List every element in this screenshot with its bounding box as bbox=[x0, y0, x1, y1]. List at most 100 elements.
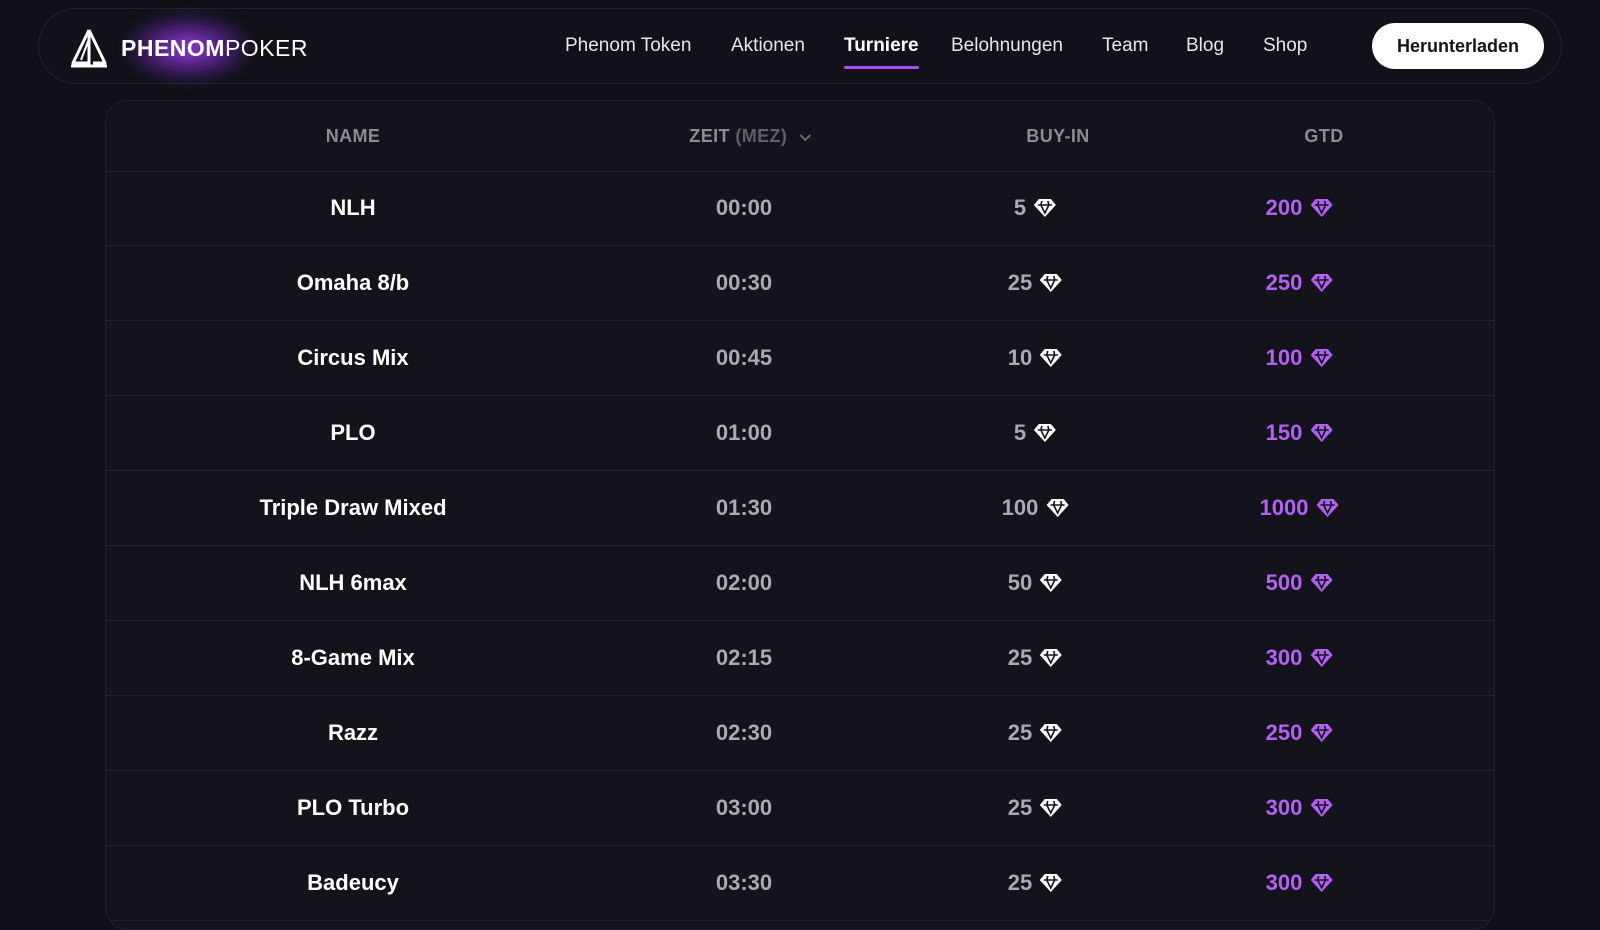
table-row[interactable]: Omaha 8/b 00:30 25 250 bbox=[106, 246, 1494, 321]
cell-name: Omaha 8/b bbox=[297, 246, 409, 320]
table-row[interactable]: Badeucy 03:30 25 300 bbox=[106, 846, 1494, 921]
cell-buyin-value: 25 bbox=[1007, 870, 1033, 895]
nav-item-team[interactable]: Team bbox=[1102, 35, 1148, 57]
cell-gtd-value: 500 bbox=[1265, 570, 1303, 595]
cell-time: 02:30 bbox=[716, 696, 772, 770]
nav-item-belohnungen[interactable]: Belohnungen bbox=[951, 35, 1063, 57]
cell-buyin-value: 5 bbox=[1013, 420, 1027, 445]
table-row[interactable]: NLH 00:00 5 200 bbox=[106, 171, 1494, 246]
table-row[interactable]: NLH 6max 02:00 50 500 bbox=[106, 546, 1494, 621]
table-row[interactable]: Triple Draw Mixed 01:30 100 1000 bbox=[106, 471, 1494, 546]
diamond-icon bbox=[1310, 349, 1333, 367]
diamond-icon bbox=[1040, 799, 1063, 817]
column-header-gtd: GTD bbox=[1304, 126, 1344, 146]
cell-name-value: Triple Draw Mixed bbox=[259, 495, 447, 520]
cell-time-value: 00:30 bbox=[715, 270, 773, 295]
cell-name: NLH 6max bbox=[299, 546, 407, 620]
cell-buyin-value: 5 bbox=[1013, 195, 1027, 220]
diamond-icon bbox=[1040, 874, 1063, 892]
diamond-icon bbox=[1310, 724, 1333, 742]
table-row[interactable]: 8-Game Mix 02:15 25 300 bbox=[106, 621, 1494, 696]
cell-buyin-value: 25 bbox=[1007, 270, 1033, 295]
cell-gtd-value: 1000 bbox=[1259, 495, 1309, 520]
tournament-table: NAME ZEIT (MEZ) BUY-IN GTD NLH 00:00 5 200 O… bbox=[105, 100, 1495, 930]
nav-item-blog[interactable]: Blog bbox=[1186, 35, 1224, 57]
column-header-name: NAME bbox=[325, 126, 381, 146]
cell-name: PLO Turbo bbox=[297, 771, 409, 845]
cell-gtd-value: 250 bbox=[1265, 270, 1303, 295]
active-tab-underline bbox=[844, 66, 919, 69]
cell-buyin: 25 bbox=[1008, 246, 1064, 320]
column-header-time-label: ZEIT bbox=[689, 126, 730, 146]
cell-gtd-value: 300 bbox=[1265, 795, 1303, 820]
cell-buyin-value: 100 bbox=[1001, 495, 1039, 520]
nav-links: Phenom Token Aktionen Turniere Belohnungen T… bbox=[39, 9, 1561, 83]
diamond-icon bbox=[1310, 574, 1333, 592]
cell-gtd: 100 bbox=[1266, 321, 1335, 395]
cell-time-value: 03:30 bbox=[715, 870, 773, 895]
cell-name: Razz bbox=[328, 696, 378, 770]
diamond-icon bbox=[1040, 349, 1063, 367]
cell-buyin: 10 bbox=[1008, 321, 1064, 395]
cell-name: 8-Game Mix bbox=[291, 621, 415, 695]
cell-time: 00:30 bbox=[716, 246, 772, 320]
diamond-icon bbox=[1310, 874, 1333, 892]
cell-time: 00:45 bbox=[716, 321, 772, 395]
cell-time-value: 00:00 bbox=[715, 195, 773, 220]
diamond-icon bbox=[1310, 199, 1333, 217]
cell-buyin: 25 bbox=[1008, 771, 1064, 845]
nav-item-label: Team bbox=[1102, 35, 1149, 56]
diamond-icon bbox=[1040, 649, 1063, 667]
cell-name-value: 8-Game Mix bbox=[291, 645, 415, 670]
cell-time-value: 02:00 bbox=[715, 570, 773, 595]
cell-time: 02:00 bbox=[716, 546, 772, 620]
column-header-time[interactable]: ZEIT (MEZ) bbox=[689, 126, 812, 147]
chevron-down-icon[interactable] bbox=[799, 132, 813, 142]
cell-buyin: 25 bbox=[1008, 696, 1064, 770]
table-row[interactable]: PLO 01:00 5 150 bbox=[106, 396, 1494, 471]
cell-time: 00:00 bbox=[716, 171, 772, 245]
diamond-icon bbox=[1316, 499, 1339, 517]
cell-name-value: Omaha 8/b bbox=[296, 270, 410, 295]
diamond-icon bbox=[1040, 724, 1063, 742]
nav-item-phenom-token[interactable]: Phenom Token bbox=[565, 35, 691, 57]
cell-time-value: 02:30 bbox=[715, 720, 773, 745]
nav-item-shop[interactable]: Shop bbox=[1263, 35, 1307, 57]
column-header-time-zone: (MEZ) bbox=[735, 126, 788, 146]
table-body: NLH 00:00 5 200 Omaha 8/b 00:30 25 250 Circus Mi… bbox=[106, 171, 1494, 921]
cell-gtd: 250 bbox=[1266, 246, 1335, 320]
cell-gtd: 250 bbox=[1266, 696, 1335, 770]
cell-buyin: 5 bbox=[1014, 396, 1058, 470]
cell-name: PLO bbox=[330, 396, 375, 470]
cell-gtd: 200 bbox=[1266, 171, 1335, 245]
diamond-icon bbox=[1034, 199, 1057, 217]
table-row[interactable]: Circus Mix 00:45 10 100 bbox=[106, 321, 1494, 396]
cell-name-value: PLO Turbo bbox=[296, 795, 410, 820]
diamond-icon bbox=[1310, 649, 1333, 667]
diamond-icon bbox=[1310, 799, 1333, 817]
nav-item-label: Shop bbox=[1263, 35, 1308, 56]
cell-gtd-value: 300 bbox=[1265, 870, 1303, 895]
cell-time: 01:30 bbox=[716, 471, 772, 545]
cell-buyin-value: 25 bbox=[1007, 795, 1033, 820]
cell-time-value: 01:00 bbox=[715, 420, 773, 445]
cell-gtd: 500 bbox=[1266, 546, 1335, 620]
cell-name-value: Razz bbox=[327, 720, 379, 745]
table-header: NAME ZEIT (MEZ) BUY-IN GTD bbox=[106, 101, 1494, 172]
diamond-icon bbox=[1040, 574, 1063, 592]
cell-gtd-value: 150 bbox=[1265, 420, 1303, 445]
cell-gtd: 300 bbox=[1266, 621, 1335, 695]
cell-time: 03:30 bbox=[716, 846, 772, 920]
table-row[interactable]: Razz 02:30 25 250 bbox=[106, 696, 1494, 771]
table-row[interactable]: PLO Turbo 03:00 25 300 bbox=[106, 771, 1494, 846]
download-button[interactable]: Herunterladen bbox=[1372, 23, 1544, 69]
top-navbar: PHENOMPOKER Phenom Token Aktionen Turniere… bbox=[38, 8, 1562, 84]
nav-item-turniere[interactable]: Turniere bbox=[844, 35, 919, 69]
diamond-icon bbox=[1310, 424, 1333, 442]
cell-gtd-value: 200 bbox=[1265, 195, 1303, 220]
cell-buyin-value: 10 bbox=[1007, 345, 1033, 370]
nav-item-aktionen[interactable]: Aktionen bbox=[731, 35, 805, 57]
diamond-icon bbox=[1040, 274, 1063, 292]
cell-gtd: 150 bbox=[1266, 396, 1335, 470]
diamond-icon bbox=[1046, 499, 1069, 517]
